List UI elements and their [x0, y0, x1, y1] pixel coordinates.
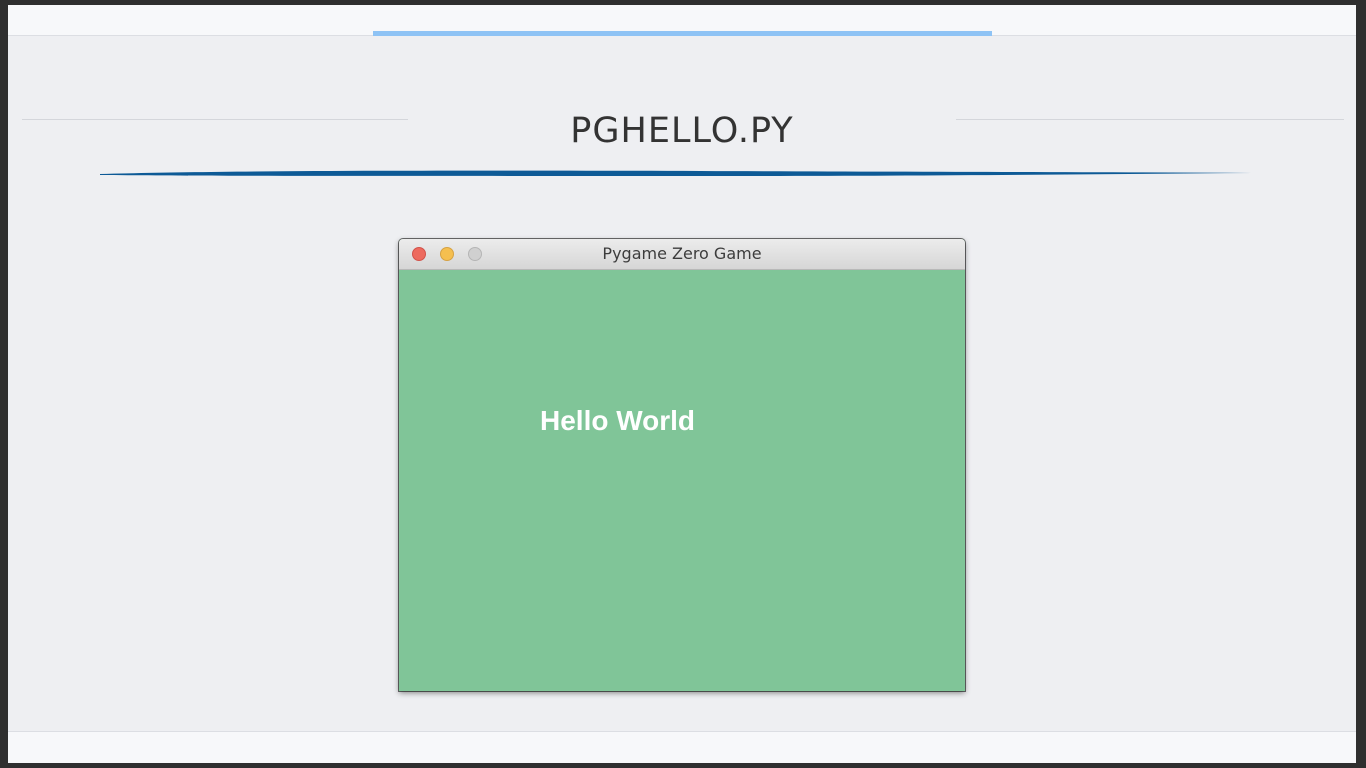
- hello-world-text: Hello World: [540, 405, 696, 436]
- header-accent-bar: [373, 31, 992, 36]
- pygame-window[interactable]: Pygame Zero Game Hello World: [399, 239, 965, 691]
- title-rule-left: [22, 119, 408, 120]
- window-title: Pygame Zero Game: [602, 244, 762, 263]
- presentation-frame: PGHELLO.PY Pygame Zero Game Hello World: [0, 0, 1366, 768]
- slide-footer-band: [8, 731, 1356, 763]
- title-rule-right: [956, 119, 1344, 120]
- slide-title: PGHELLO.PY: [570, 111, 794, 151]
- window-titlebar[interactable]: Pygame Zero Game: [399, 239, 965, 270]
- game-canvas[interactable]: Hello World: [399, 270, 965, 691]
- slide: PGHELLO.PY Pygame Zero Game Hello World: [8, 5, 1356, 763]
- brush-stroke-divider: [100, 170, 1252, 176]
